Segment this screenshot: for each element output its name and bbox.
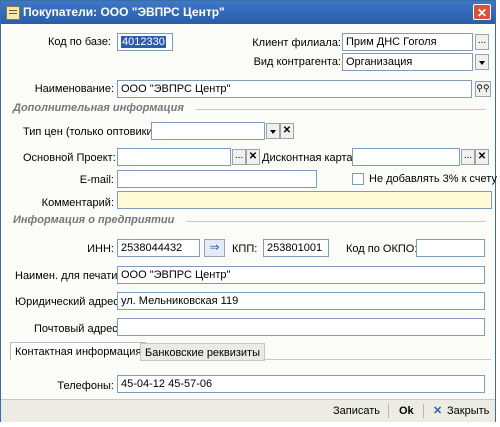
print-name-field[interactable]: ООО "ЭВПРС Центр"	[117, 266, 485, 284]
price-type-select[interactable]	[151, 122, 265, 140]
window-title: Покупатели: ООО "ЭВПРС Центр"	[23, 5, 225, 19]
footer-separator	[388, 404, 389, 418]
price-type-dropdown-button[interactable]	[266, 123, 280, 139]
email-field[interactable]	[117, 170, 317, 188]
form-icon	[6, 6, 20, 20]
no-3pct-label: Не добавлять 3% к счету	[369, 173, 497, 185]
postal-address-field[interactable]	[117, 318, 485, 336]
comment-label: Комментарий:	[41, 197, 114, 209]
print-name-label: Наимен. для печати:	[15, 270, 121, 282]
section-divider	[186, 221, 486, 222]
section-enterprise-title: Информация о предприятии	[13, 214, 175, 226]
close-button[interactable]: Закрыть	[447, 403, 489, 419]
phones-field[interactable]: 45-04-12 45-57-06	[117, 375, 485, 393]
tab-bank-details[interactable]: Банковские реквизиты	[140, 343, 265, 361]
main-project-clear-button[interactable]: ✕	[246, 149, 260, 165]
ok-button[interactable]: Ok	[399, 403, 414, 419]
section-additional-title: Дополнительная информация	[13, 102, 184, 114]
price-type-label: Тип цен (только оптовики):	[23, 126, 160, 138]
name-field[interactable]: ООО "ЭВПРС Центр"	[117, 80, 472, 98]
counterparty-type-dropdown-button[interactable]	[475, 54, 489, 70]
code-field[interactable]: 4012330	[117, 33, 173, 51]
kpp-field[interactable]: 253801001	[263, 239, 329, 257]
transfer-arrow-icon[interactable]: ⇒	[204, 239, 225, 257]
code-value: 4012330	[121, 36, 166, 48]
legal-address-field[interactable]: ул. Мельниковская 119	[117, 292, 485, 310]
counterparty-type-label: Вид контрагента:	[253, 56, 341, 68]
discount-card-label: Дисконтная карта:	[262, 152, 356, 164]
tab-contact-info[interactable]: Контактная информация	[10, 342, 147, 360]
branch-client-field[interactable]: Прим ДНС Гоголя	[342, 33, 473, 51]
postal-address-label: Почтовый адрес:	[34, 323, 121, 335]
tab-strip-line	[263, 359, 491, 360]
discount-card-select-button[interactable]: ...	[461, 149, 475, 165]
binoculars-icon[interactable]: ⚲⚲	[475, 81, 491, 97]
discount-card-clear-button[interactable]: ✕	[475, 149, 489, 165]
phones-label: Телефоны:	[57, 380, 114, 392]
counterparty-type-select[interactable]: Организация	[342, 53, 473, 71]
price-type-clear-button[interactable]: ✕	[280, 123, 294, 139]
main-project-label: Основной Проект:	[23, 152, 116, 164]
discount-card-field[interactable]	[352, 148, 460, 166]
code-label: Код по базе:	[47, 36, 111, 48]
footer-bar: Записать Ok ✕ Закрыть	[1, 399, 495, 422]
email-label: E-mail:	[79, 174, 114, 186]
okpo-field[interactable]	[416, 239, 485, 257]
main-project-field[interactable]	[117, 148, 231, 166]
window-close-button[interactable]: ✕	[473, 4, 491, 20]
comment-field[interactable]	[117, 191, 492, 209]
main-project-select-button[interactable]: ...	[232, 149, 246, 165]
inn-field[interactable]: 2538044432	[117, 239, 200, 257]
title-bar[interactable]: Покупатели: ООО "ЭВПРС Центр" ✕	[1, 1, 495, 24]
write-button[interactable]: Записать	[333, 403, 380, 419]
footer-separator	[423, 404, 424, 418]
section-divider	[196, 109, 486, 110]
customer-dialog: Покупатели: ООО "ЭВПРС Центр" ✕ Код по б…	[0, 0, 497, 422]
close-icon: ✕	[433, 405, 443, 417]
inn-label: ИНН:	[87, 243, 114, 255]
kpp-label: КПП:	[232, 243, 258, 255]
okpo-label: Код по ОКПО:	[346, 243, 418, 255]
branch-client-label: Клиент филиала:	[252, 37, 341, 49]
no-3pct-checkbox[interactable]	[352, 173, 364, 185]
name-label: Наименование:	[34, 83, 114, 95]
legal-address-label: Юридический адрес:	[15, 296, 122, 308]
branch-client-select-button[interactable]: ...	[475, 34, 489, 50]
